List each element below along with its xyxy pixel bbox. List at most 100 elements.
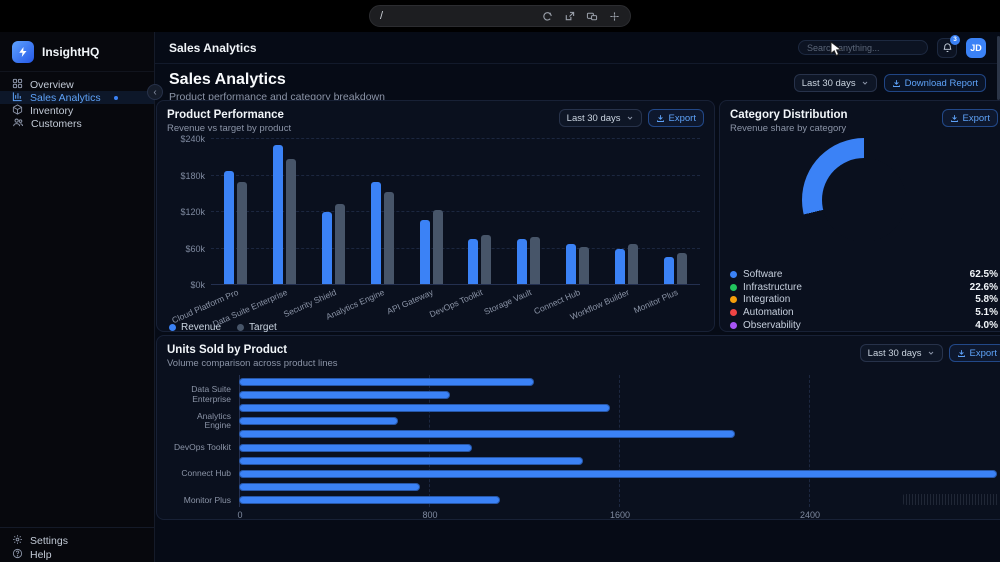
us-range-select[interactable]: Last 30 days [859, 344, 943, 362]
target-bar [628, 243, 639, 284]
browser-topbar: / [0, 0, 1000, 32]
target-bar [285, 159, 296, 284]
page-title: Sales Analytics [169, 71, 286, 88]
sidebar-item-help[interactable]: Help [0, 548, 154, 562]
cd-export-button[interactable]: Export [941, 109, 998, 127]
category-value: 5.8% [975, 294, 998, 306]
target-bar [677, 252, 688, 284]
us-export-button[interactable]: Export [948, 344, 1000, 362]
gridline: $0k [190, 280, 700, 290]
revenue-bar [321, 212, 332, 284]
user-avatar[interactable]: JD [966, 37, 986, 58]
bar-group [456, 138, 505, 284]
x-axis-tick: 800 [422, 510, 438, 520]
download-report-button[interactable]: Download Report [883, 74, 986, 92]
download-icon [957, 349, 965, 357]
y-axis-tick: $180k [180, 170, 205, 181]
bar-row [239, 401, 999, 414]
bar-row [239, 454, 999, 467]
target-bar [432, 210, 443, 284]
y-axis-tick: $0k [190, 280, 205, 290]
revenue-bar [517, 238, 528, 284]
revenue-bar [468, 238, 479, 284]
sidebar-footer: Settings Help [0, 527, 154, 562]
sidebar-item-label: Inventory [30, 104, 74, 117]
date-range-select[interactable]: Last 30 days [793, 74, 877, 92]
donut-chart [802, 138, 926, 262]
active-dot [113, 95, 118, 100]
category-label: Automation [743, 307, 794, 319]
cd-subtitle: Revenue share by category [730, 123, 847, 134]
target-bar [383, 191, 394, 284]
open-external-icon[interactable] [564, 11, 575, 22]
refresh-icon[interactable] [542, 11, 553, 22]
sidebar-collapse-button[interactable]: ‹ [147, 84, 163, 100]
product-performance-card: Product Performance Revenue vs target by… [156, 100, 715, 334]
main-header: Sales Analytics 3 JD [155, 32, 1000, 64]
units-bar [239, 496, 501, 505]
bar-chart-icon [12, 91, 23, 105]
sidebar-item-overview[interactable]: Overview [0, 78, 154, 91]
bar-group [211, 138, 260, 284]
sidebar-item-customers[interactable]: Customers [0, 117, 154, 130]
units-sold-card: Units Sold by Product Volume comparison … [156, 335, 1000, 520]
bar-row [239, 375, 999, 388]
category-label: Integration [743, 294, 791, 306]
legend-item: Target [237, 322, 277, 333]
pp-export-button[interactable]: Export [647, 109, 704, 127]
bar-row: Monitor Plus [184, 494, 999, 507]
y-axis-label: Analytics Engine [196, 410, 231, 431]
sidebar-item-settings[interactable]: Settings [0, 534, 154, 548]
revenue-bar [664, 256, 675, 284]
units-bar [239, 443, 472, 452]
pp-range-select[interactable]: Last 30 days [558, 109, 642, 127]
bar-group [309, 138, 358, 284]
target-bar [334, 204, 345, 284]
revenue-bar [223, 171, 234, 284]
category-legend-row: Observability 4.0% [730, 319, 998, 332]
bar-row: Data Suite Enterprise [191, 385, 999, 404]
help-icon [12, 548, 23, 562]
category-value: 5.1% [975, 307, 998, 319]
y-axis-label: Data Suite Enterprise [191, 384, 231, 404]
bar-group [602, 138, 651, 284]
bar-row: DevOps Toolkit [174, 441, 999, 454]
sidebar-item-label: Help [30, 549, 52, 561]
category-label: Infrastructure [743, 281, 802, 293]
us-subtitle: Volume comparison across product lines [167, 358, 338, 369]
devices-icon[interactable] [586, 11, 598, 22]
target-bar [481, 234, 492, 284]
grouped-bar-chart: $240k $180k $120k $60k $0k [180, 134, 700, 290]
sidebar-item-inventory[interactable]: Inventory [0, 103, 154, 117]
notification-badge: 3 [950, 34, 960, 45]
sidebar-item-label: Settings [30, 535, 68, 547]
gear-icon [12, 534, 23, 548]
search-input[interactable] [798, 40, 928, 55]
y-axis-label: DevOps Toolkit [173, 441, 231, 452]
units-bar [239, 483, 420, 492]
y-axis-tick: $60k [185, 243, 205, 254]
chevron-down-icon [862, 81, 867, 85]
fit-screen-icon[interactable] [609, 11, 620, 22]
main-content: Sales Analytics 3 JD Sales Analytics Pro… [155, 32, 1000, 562]
pp-title: Product Performance [167, 109, 284, 121]
pp-legend: Revenue Target [167, 320, 704, 334]
units-bar [239, 469, 997, 478]
category-legend-row: Infrastructure 22.6% [730, 281, 998, 294]
download-icon [656, 114, 664, 122]
y-axis-label: Monitor Plus [183, 494, 231, 505]
watermark [903, 494, 999, 505]
x-axis-tick: 2400 [799, 510, 821, 520]
cd-legend: Software 62.5% Infrastructure 22.6% Integrat… [730, 268, 998, 332]
notifications-button[interactable]: 3 [937, 34, 960, 58]
bar-group [260, 138, 309, 284]
y-axis-tick: $240k [180, 134, 205, 144]
units-bar [239, 403, 610, 412]
grid-icon [12, 78, 23, 92]
sidebar-item-sales-analytics[interactable]: Sales Analytics [0, 91, 154, 104]
category-legend-row: Automation 5.1% [730, 306, 998, 319]
sidebar: InsightHQ Overview Sales Analytics Invento… [0, 32, 155, 562]
category-label: Software [743, 268, 783, 280]
sidebar-item-label: Customers [31, 117, 82, 130]
url-bar[interactable]: / [369, 5, 631, 27]
